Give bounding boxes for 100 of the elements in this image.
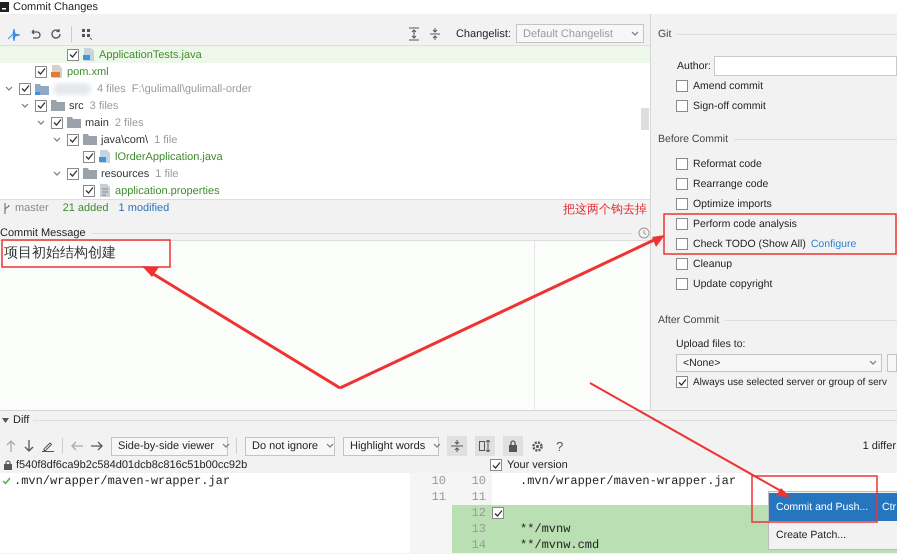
lock-button[interactable] [503, 436, 523, 456]
sync-scroll-button[interactable] [475, 436, 495, 456]
server-dropdown[interactable]: <None> [676, 354, 882, 372]
checkbox[interactable] [35, 66, 47, 78]
modified-count: 1 modified [118, 202, 170, 214]
checkbox[interactable] [67, 134, 79, 146]
ignore-dropdown[interactable]: Do not ignore [245, 436, 335, 456]
checkbox[interactable] [676, 178, 688, 190]
menu-item-label: Commit and Push... [776, 501, 868, 513]
field-label: Upload files to: [676, 338, 746, 350]
file-name: ApplicationTests.java [99, 48, 202, 60]
lock-icon [4, 460, 12, 470]
sync-scroll-icon [479, 440, 491, 452]
refresh-icon[interactable] [50, 28, 62, 40]
checkbox[interactable] [83, 150, 95, 162]
line-number: 11 [432, 490, 446, 504]
section-label: Commit Message [0, 227, 86, 239]
checkbox[interactable] [676, 218, 688, 230]
checkbox-label: Always use selected server or group of serv [693, 376, 887, 388]
checkbox[interactable] [676, 238, 688, 250]
check-icon [2, 477, 11, 485]
sparkle-icon[interactable] [6, 26, 20, 40]
code-line: **/mvnw.cmd [520, 538, 600, 552]
checkbox[interactable] [676, 100, 688, 112]
checkbox[interactable] [492, 507, 504, 519]
tree-row[interactable]: ApplicationTests.java [0, 46, 650, 63]
module-folder-icon [35, 82, 49, 94]
checkbox[interactable] [676, 198, 688, 210]
help-button[interactable]: ? [556, 438, 564, 454]
tree-row[interactable]: resources 1 file [0, 165, 650, 182]
undo-icon[interactable] [29, 28, 41, 40]
field-label: Author: [677, 60, 711, 72]
checkbox[interactable] [67, 168, 79, 180]
collapse-lines-button[interactable] [447, 436, 467, 456]
file-name: main [85, 116, 109, 128]
file-name: java\com\ [101, 134, 148, 146]
settings-icon[interactable] [531, 440, 544, 452]
right-arrow-icon[interactable] [91, 441, 103, 451]
menu-item[interactable]: Commit and Push... Ctr [769, 493, 897, 521]
java-file-icon [99, 150, 111, 163]
pencil-icon[interactable] [42, 440, 54, 452]
checkbox-label: Perform code analysis [693, 218, 797, 230]
group-icon[interactable] [81, 28, 93, 40]
file-name: pom.xml [67, 66, 109, 78]
history-icon[interactable] [638, 227, 650, 239]
configure-link[interactable]: Configure [810, 238, 856, 250]
checkbox-label: Rearrange code [693, 178, 768, 190]
tree-row[interactable]: src 3 files [0, 97, 650, 114]
file-name: application.properties [115, 184, 220, 196]
code-line: .mvn/wrapper/maven-wrapper.jar [520, 474, 736, 488]
checkbox[interactable] [35, 100, 47, 112]
checkbox-label: Update copyright [693, 278, 772, 290]
revision-hash: f540f8df6ca9b2c584d01dcb8c816c51b00cc92b [16, 459, 248, 471]
checkbox[interactable] [676, 278, 688, 290]
version-label: Your version [507, 459, 568, 471]
expand-all-icon[interactable] [408, 26, 420, 40]
tree-row[interactable]: java\com\ 1 file [0, 131, 650, 148]
tree-row[interactable]: main 2 files [0, 114, 650, 131]
java-file-icon [83, 48, 95, 61]
viewer-dropdown[interactable]: Side-by-side viewer [111, 436, 228, 456]
line-number: 10 [472, 474, 486, 488]
checkbox[interactable] [676, 376, 688, 388]
differences-count: 1 differ [862, 440, 897, 452]
checkbox[interactable] [490, 459, 502, 471]
file-name: lOrderApplication.java [115, 150, 223, 162]
checkbox[interactable] [51, 116, 63, 128]
folder-icon [51, 100, 65, 111]
expand-chevron-icon[interactable] [5, 86, 13, 92]
expand-chevron-icon[interactable] [53, 136, 61, 142]
checkbox-label: Reformat code [693, 158, 762, 170]
checkbox[interactable] [83, 184, 95, 196]
down-arrow-icon[interactable] [24, 440, 34, 452]
menu-item[interactable]: Create Patch... [769, 521, 897, 549]
checkbox[interactable] [676, 258, 688, 270]
checkbox[interactable] [676, 80, 688, 92]
collapse-all-icon[interactable] [428, 26, 441, 40]
line-number: 13 [472, 522, 486, 536]
file-count: 1 file [155, 168, 179, 180]
checkbox[interactable] [67, 48, 79, 60]
branch-name: master [15, 202, 49, 214]
highlight-dropdown[interactable]: Highlight words [343, 436, 439, 456]
tree-row[interactable]: lOrderApplication.java [0, 148, 650, 165]
file-count: 2 files [114, 116, 144, 128]
tree-row[interactable]: pom.xml [0, 63, 650, 80]
menu-item-label: Create Patch... [776, 529, 846, 541]
branch-icon [3, 202, 11, 214]
line-number: 10 [432, 474, 446, 488]
checkbox[interactable] [19, 82, 31, 94]
tree-row[interactable]: application.properties [0, 182, 650, 199]
expand-chevron-icon[interactable] [37, 120, 45, 126]
properties-file-icon [99, 184, 111, 197]
expand-chevron-icon[interactable] [21, 102, 29, 108]
author-field[interactable] [714, 56, 897, 76]
section-label: Before Commit [658, 133, 728, 145]
collapse-triangle-icon[interactable] [2, 418, 9, 422]
expand-chevron-icon[interactable] [53, 170, 61, 176]
checkbox-label: Optimize imports [693, 198, 772, 210]
checkbox[interactable] [676, 158, 688, 170]
code-line: .mvn/wrapper/maven-wrapper.jar [14, 474, 230, 488]
file-count: 1 file [154, 134, 178, 146]
